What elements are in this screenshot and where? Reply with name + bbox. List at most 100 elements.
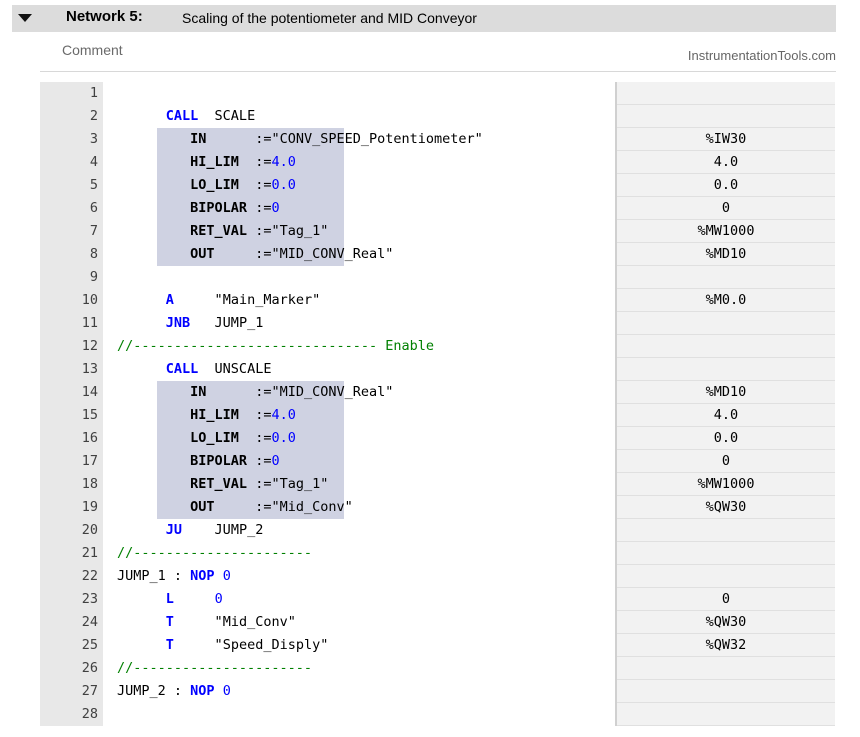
line-number: 14 <box>81 384 98 400</box>
operand-address: %MD10 <box>705 384 747 400</box>
line-number: 4 <box>89 154 98 170</box>
line-number: 22 <box>81 568 98 584</box>
code-line[interactable]: 12 //------------------------------ Enabl… <box>40 335 835 358</box>
code-line[interactable]: 19 OUT :="Mid_Conv" %QW30 <box>40 496 835 519</box>
code-text[interactable]: A "Main_Marker" <box>117 292 320 308</box>
code-line[interactable]: 3 IN :="CONV_SPEED_Potentiometer" %IW30 <box>40 128 835 151</box>
code-text[interactable]: RET_VAL :="Tag_1" <box>117 223 328 239</box>
code-line[interactable]: 21 //---------------------- <box>40 542 835 565</box>
code-line[interactable]: 26 //---------------------- <box>40 657 835 680</box>
network-header[interactable]: Network 5: Scaling of the potentiometer … <box>12 5 836 32</box>
code-line[interactable]: 7 RET_VAL :="Tag_1" %MW1000 <box>40 220 835 243</box>
code-line[interactable]: 8 OUT :="MID_CONV_Real" %MD10 <box>40 243 835 266</box>
code-line[interactable]: 20 JU JUMP_2 <box>40 519 835 542</box>
collapse-triangle-icon[interactable] <box>18 14 32 22</box>
line-number: 11 <box>81 315 98 331</box>
code-text[interactable]: IN :="MID_CONV_Real" <box>117 384 393 400</box>
code-line[interactable]: 2 CALL SCALE <box>40 105 835 128</box>
code-text[interactable]: BIPOLAR :=0 <box>117 453 279 469</box>
operand-address: 4.0 <box>713 154 739 170</box>
line-number: 27 <box>81 683 98 699</box>
code-text[interactable]: HI_LIM :=4.0 <box>117 407 296 423</box>
code-text[interactable]: RET_VAL :="Tag_1" <box>117 476 328 492</box>
code-line[interactable]: 23 L 0 0 <box>40 588 835 611</box>
operand-address: 0 <box>721 200 731 216</box>
operand-address: 0.0 <box>713 430 739 446</box>
code-line[interactable]: 9 <box>40 266 835 289</box>
code-text[interactable]: OUT :="Mid_Conv" <box>117 499 353 515</box>
line-number: 19 <box>81 499 98 515</box>
code-text[interactable]: OUT :="MID_CONV_Real" <box>117 246 393 262</box>
code-text[interactable]: JUMP_2 : NOP 0 <box>117 683 231 699</box>
operand-address: %QW30 <box>705 614 747 630</box>
code-text[interactable]: BIPOLAR :=0 <box>117 200 279 216</box>
line-number: 24 <box>81 614 98 630</box>
code-text[interactable]: JUMP_1 : NOP 0 <box>117 568 231 584</box>
code-line[interactable]: 15 HI_LIM :=4.0 4.0 <box>40 404 835 427</box>
operand-address: 0 <box>721 591 731 607</box>
code-line[interactable]: 17 BIPOLAR :=0 0 <box>40 450 835 473</box>
code-text[interactable]: CALL UNSCALE <box>117 361 272 377</box>
line-number: 15 <box>81 407 98 423</box>
code-line[interactable]: 16 LO_LIM :=0.0 0.0 <box>40 427 835 450</box>
network-comment-field[interactable]: Comment InstrumentationTools.com <box>40 36 836 72</box>
code-text[interactable]: L 0 <box>117 591 223 607</box>
code-text[interactable]: //------------------------------ Enable <box>117 338 434 354</box>
line-number: 18 <box>81 476 98 492</box>
code-line[interactable]: 10 A "Main_Marker" %M0.0 <box>40 289 835 312</box>
code-text[interactable]: //---------------------- <box>117 660 312 676</box>
code-text[interactable]: JU JUMP_2 <box>117 522 264 538</box>
code-text[interactable]: T "Speed_Disply" <box>117 637 329 653</box>
operand-address: %MD10 <box>705 246 747 262</box>
code-line[interactable]: 25 T "Speed_Disply" %QW32 <box>40 634 835 657</box>
stl-code-editor[interactable]: 12 CALL SCALE 3 IN :="CONV_SPEED_Potentio… <box>40 82 835 726</box>
code-text[interactable]: CALL SCALE <box>117 108 255 124</box>
code-line[interactable]: 1 <box>40 82 835 105</box>
code-line[interactable]: 5 LO_LIM :=0.0 0.0 <box>40 174 835 197</box>
code-line[interactable]: 18 RET_VAL :="Tag_1" %MW1000 <box>40 473 835 496</box>
line-number: 6 <box>89 200 98 216</box>
code-line[interactable]: 27 JUMP_2 : NOP 0 <box>40 680 835 703</box>
row-separator <box>617 725 835 726</box>
network-label: Network 5: <box>66 8 143 25</box>
line-number: 17 <box>81 453 98 469</box>
code-line[interactable]: 11 JNB JUMP_1 <box>40 312 835 335</box>
operand-address: 0.0 <box>713 177 739 193</box>
line-number: 16 <box>81 430 98 446</box>
code-text[interactable]: JNB JUMP_1 <box>117 315 264 331</box>
operand-address: %M0.0 <box>705 292 747 308</box>
code-text[interactable]: HI_LIM :=4.0 <box>117 154 296 170</box>
line-number: 1 <box>89 85 98 101</box>
code-line[interactable]: 6 BIPOLAR :=0 0 <box>40 197 835 220</box>
network-title[interactable]: Scaling of the potentiometer and MID Con… <box>182 10 477 26</box>
line-number: 2 <box>89 108 98 124</box>
line-number: 10 <box>81 292 98 308</box>
code-text[interactable]: LO_LIM :=0.0 <box>117 430 296 446</box>
code-text[interactable]: T "Mid_Conv" <box>117 614 296 630</box>
line-number: 8 <box>89 246 98 262</box>
line-number: 9 <box>89 269 98 285</box>
watermark: InstrumentationTools.com <box>687 48 836 63</box>
line-number: 12 <box>81 338 98 354</box>
line-number: 13 <box>81 361 98 377</box>
code-line[interactable]: 24 T "Mid_Conv" %QW30 <box>40 611 835 634</box>
line-number: 5 <box>89 177 98 193</box>
code-text[interactable]: IN :="CONV_SPEED_Potentiometer" <box>117 131 483 147</box>
line-number: 7 <box>89 223 98 239</box>
line-number: 23 <box>81 591 98 607</box>
code-text[interactable]: LO_LIM :=0.0 <box>117 177 296 193</box>
line-number: 20 <box>81 522 98 538</box>
code-line[interactable]: 14 IN :="MID_CONV_Real" %MD10 <box>40 381 835 404</box>
line-number: 26 <box>81 660 98 676</box>
operand-address: %IW30 <box>705 131 747 147</box>
line-number: 25 <box>81 637 98 653</box>
line-number: 3 <box>89 131 98 147</box>
code-text[interactable]: //---------------------- <box>117 545 312 561</box>
code-line[interactable]: 13 CALL UNSCALE <box>40 358 835 381</box>
code-line[interactable]: 28 <box>40 703 835 726</box>
code-line[interactable]: 22 JUMP_1 : NOP 0 <box>40 565 835 588</box>
operand-address: %QW30 <box>705 499 747 515</box>
operand-address: %QW32 <box>705 637 747 653</box>
operand-address: %MW1000 <box>697 476 755 492</box>
code-line[interactable]: 4 HI_LIM :=4.0 4.0 <box>40 151 835 174</box>
